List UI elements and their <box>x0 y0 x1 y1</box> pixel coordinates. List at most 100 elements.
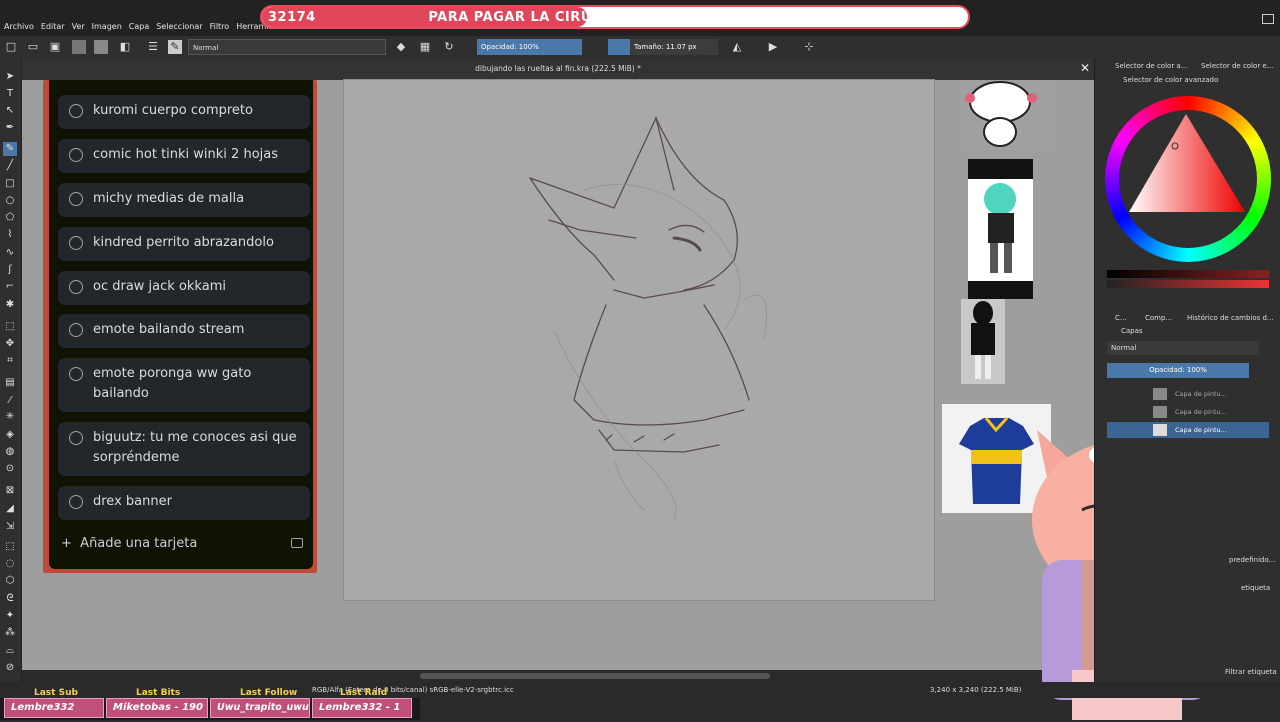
gradient-tool-icon[interactable]: ▤ <box>3 376 17 390</box>
crop-tool-icon[interactable]: ⌗ <box>3 354 17 368</box>
mirror-vertical-icon[interactable]: ▶ <box>766 40 780 54</box>
checkbox-icon[interactable] <box>69 431 83 445</box>
list-item[interactable]: emote poronga ww gato bailando <box>58 358 310 412</box>
checkbox-icon[interactable] <box>69 323 83 337</box>
assistant-tool-icon[interactable]: ⊙ <box>3 462 17 476</box>
reference-tool-icon[interactable]: ◢ <box>3 502 17 516</box>
fill-tool-icon[interactable]: ◈ <box>3 428 17 442</box>
new-document-icon[interactable]: □ <box>4 40 18 54</box>
smart-patch-icon[interactable]: ✳ <box>3 410 17 424</box>
brush-settings-icon[interactable]: ☰ <box>146 40 160 54</box>
size-slider[interactable]: Tamaño: 11.07 px <box>608 39 718 55</box>
fg-bg-color-icon[interactable]: ◧ <box>118 40 132 54</box>
select-shapes-tool-icon[interactable]: ➤ <box>3 70 17 84</box>
pattern-swatch-icon[interactable] <box>72 40 86 54</box>
edit-shapes-tool-icon[interactable]: ↖ <box>3 104 17 118</box>
window-layout-icon[interactable] <box>1262 14 1274 24</box>
freehand-path-tool-icon[interactable]: ʃ <box>3 263 17 277</box>
scrollbar-thumb[interactable] <box>420 673 770 679</box>
open-folder-icon[interactable]: ▭ <box>26 40 40 54</box>
contiguous-select-icon[interactable]: ✦ <box>3 609 17 623</box>
layer-row-selected[interactable]: Capa de pintu... <box>1107 422 1269 438</box>
list-item[interactable]: kindred perrito abrazandolo <box>58 227 310 261</box>
blend-mode-select[interactable]: Normal <box>188 39 386 55</box>
tab-compositions[interactable]: Comp... <box>1145 314 1172 322</box>
calligraphy-tool-icon[interactable]: ✒ <box>3 121 17 135</box>
magnetic-select-icon[interactable]: ⊘ <box>3 661 17 675</box>
list-item[interactable]: drex banner <box>58 486 310 520</box>
tab-color-selector-a[interactable]: Selector de color a... <box>1115 62 1187 70</box>
eraser-icon[interactable]: ◆ <box>394 40 408 54</box>
rectangle-tool-icon[interactable]: □ <box>3 177 17 191</box>
layer-opacity-slider[interactable]: Opacidad: 100% <box>1107 363 1249 378</box>
list-item[interactable]: kuromi cuerpo compreto <box>58 95 310 129</box>
opacity-slider[interactable]: Opacidad: 100% <box>477 39 582 55</box>
reference-image-kuromi[interactable] <box>960 80 1050 150</box>
checkbox-icon[interactable] <box>69 495 83 509</box>
alpha-lock-icon[interactable]: ▦ <box>418 40 432 54</box>
horizontal-scrollbar[interactable] <box>22 670 1094 682</box>
layer-row[interactable]: Capa de pintu... <box>1107 404 1269 420</box>
polygon-tool-icon[interactable]: ⬠ <box>3 211 17 225</box>
brush-tool-icon[interactable]: ✎ <box>3 142 17 156</box>
enclose-fill-icon[interactable]: ◍ <box>3 445 17 459</box>
checkbox-icon[interactable] <box>69 367 83 381</box>
rect-select-icon[interactable]: ⬚ <box>3 540 17 554</box>
menu-ver[interactable]: Ver <box>72 22 85 31</box>
add-card-button[interactable]: + Añade una tarjeta <box>61 536 197 551</box>
layer-blend-mode-select[interactable]: Normal <box>1107 341 1259 355</box>
menu-imagen[interactable]: Imagen <box>92 22 122 31</box>
menu-seleccionar[interactable]: Seleccionar <box>156 22 202 31</box>
brush-preset-icon[interactable]: ✎ <box>168 40 182 54</box>
transform-tool-icon[interactable]: ⬚ <box>3 320 17 334</box>
reference-image-outfit[interactable] <box>961 299 1005 384</box>
layer-row[interactable]: Capa de pintu... <box>1107 386 1269 402</box>
tab-color-selector-e[interactable]: Selector de color e... <box>1201 62 1273 70</box>
similar-select-icon[interactable]: ⁂ <box>3 626 17 640</box>
checkbox-icon[interactable] <box>69 148 83 162</box>
tab-undo-history[interactable]: Histórico de cambios d... <box>1187 314 1274 322</box>
close-icon[interactable]: ✕ <box>1080 61 1090 75</box>
color-wheel[interactable] <box>1105 96 1271 262</box>
list-item[interactable]: emote bailando stream <box>58 314 310 348</box>
mirror-horizontal-icon[interactable]: ◭ <box>730 40 744 54</box>
checkbox-icon[interactable] <box>69 280 83 294</box>
ellipse-select-icon[interactable]: ◌ <box>3 557 17 571</box>
polygon-select-icon[interactable]: ⬡ <box>3 574 17 588</box>
color-picker-icon[interactable]: ⁄ <box>3 394 17 408</box>
line-tool-icon[interactable]: ╱ <box>3 159 17 173</box>
checkbox-icon[interactable] <box>69 192 83 206</box>
freehand-select-icon[interactable]: ᘓ <box>3 592 17 606</box>
value-strip[interactable] <box>1107 270 1269 278</box>
ellipse-tool-icon[interactable]: ○ <box>3 194 17 208</box>
crop-icon[interactable]: ⊹ <box>802 40 816 54</box>
menu-editar[interactable]: Editar <box>41 22 65 31</box>
reload-icon[interactable]: ↻ <box>442 40 456 54</box>
drawing-canvas[interactable] <box>344 80 934 600</box>
text-tool-icon[interactable]: T <box>3 87 17 101</box>
pan-tool-icon[interactable]: ⇲ <box>3 520 17 534</box>
measure-tool-icon[interactable]: ⊠ <box>3 484 17 498</box>
bezier-select-icon[interactable]: ⌓ <box>3 644 17 658</box>
reference-image-girl[interactable] <box>968 159 1033 299</box>
template-icon[interactable] <box>291 538 303 548</box>
bezier-tool-icon[interactable]: ∿ <box>3 246 17 260</box>
dynamic-brush-tool-icon[interactable]: ⌐ <box>3 280 17 294</box>
list-item[interactable]: biguutz: tu me conoces asi que sorprénde… <box>58 422 310 476</box>
multibrush-tool-icon[interactable]: ✱ <box>3 298 17 312</box>
list-item[interactable]: comic hot tinki winki 2 hojas <box>58 139 310 173</box>
menu-capa[interactable]: Capa <box>129 22 149 31</box>
move-tool-icon[interactable]: ✥ <box>3 337 17 351</box>
checkbox-icon[interactable] <box>69 236 83 250</box>
saturation-strip[interactable] <box>1107 280 1269 288</box>
checkbox-icon[interactable] <box>69 104 83 118</box>
tab-c[interactable]: C... <box>1115 314 1127 322</box>
menu-archivo[interactable]: Archivo <box>4 22 34 31</box>
list-item[interactable]: michy medias de malla <box>58 183 310 217</box>
list-item[interactable]: oc draw jack okkami <box>58 271 310 305</box>
save-icon[interactable]: ▣ <box>48 40 62 54</box>
document-title[interactable]: dibujando las rueltas al fin.kra (222.5 … <box>22 64 1094 73</box>
gradient-swatch-icon[interactable] <box>94 40 108 54</box>
color-triangle[interactable] <box>1105 96 1271 262</box>
polyline-tool-icon[interactable]: ⌇ <box>3 228 17 242</box>
